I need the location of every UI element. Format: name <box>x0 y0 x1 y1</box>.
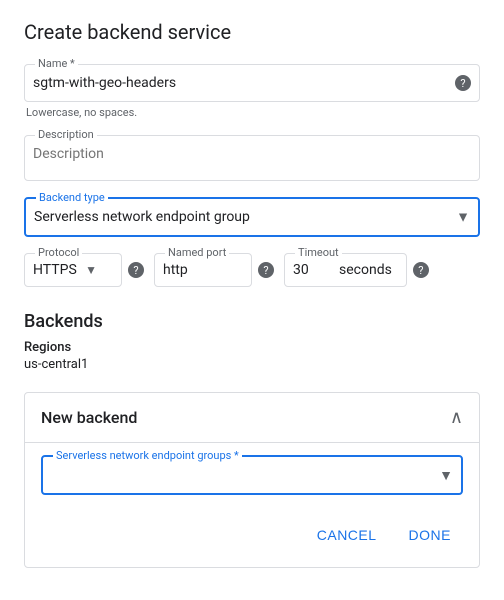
new-backend-card: New backend ∧ Serverless network endpoin… <box>24 392 480 568</box>
named-port-help-icon[interactable]: ? <box>258 262 274 278</box>
backends-title: Backends <box>24 311 480 332</box>
regions-label: Regions <box>24 340 480 355</box>
sneg-select[interactable] <box>51 457 453 493</box>
new-backend-body: Serverless network endpoint groups * ▼ C… <box>25 442 479 567</box>
timeout-label: Timeout <box>295 246 342 259</box>
timeout-wrapper: Timeout seconds <box>284 253 407 287</box>
sneg-select-wrapper: ▼ <box>51 457 453 493</box>
timeout-field: Timeout seconds ? <box>284 253 407 287</box>
description-label: Description <box>35 128 97 141</box>
sneg-container: Serverless network endpoint groups * ▼ <box>41 455 463 495</box>
named-port-field: Named port ? <box>154 253 252 287</box>
name-field-container: Name * ? Lowercase, no spaces. <box>24 64 480 119</box>
name-field-wrapper: Name * ? <box>24 64 480 102</box>
timeout-help-icon[interactable]: ? <box>413 262 429 278</box>
protocol-field: Protocol HTTPS HTTP HTTP2 ▼ ? <box>24 253 122 287</box>
chevron-up-icon: ∧ <box>450 407 463 428</box>
sneg-label: Serverless network endpoint groups * <box>53 449 242 462</box>
page-container: Create backend service Name * ? Lowercas… <box>0 0 504 592</box>
protocol-help-icon[interactable]: ? <box>128 262 144 278</box>
regions-value: us-central1 <box>24 357 480 372</box>
backend-type-select[interactable]: Serverless network endpoint group Instan… <box>34 199 470 235</box>
description-field-wrapper: Description <box>24 135 480 181</box>
name-input[interactable] <box>33 65 449 101</box>
name-label: Name * <box>35 57 78 70</box>
protocol-wrapper: Protocol HTTPS HTTP HTTP2 ▼ <box>24 253 122 287</box>
new-backend-header[interactable]: New backend ∧ <box>25 393 479 442</box>
backend-type-label: Backend type <box>36 191 108 204</box>
protocol-label: Protocol <box>35 246 82 259</box>
new-backend-title: New backend <box>41 408 137 427</box>
named-port-wrapper: Named port <box>154 253 252 287</box>
timeout-unit: seconds <box>339 262 392 278</box>
name-help-icon[interactable]: ? <box>455 75 471 91</box>
action-row: CANCEL DONE <box>41 511 463 551</box>
backend-type-container: Backend type Serverless network endpoint… <box>24 197 480 237</box>
description-field-container: Description <box>24 135 480 181</box>
page-title: Create backend service <box>24 20 480 44</box>
named-port-label: Named port <box>165 246 229 259</box>
cancel-button[interactable]: CANCEL <box>305 519 389 551</box>
description-input[interactable] <box>33 136 471 180</box>
name-hint: Lowercase, no spaces. <box>24 106 480 119</box>
inline-fields-row: Protocol HTTPS HTTP HTTP2 ▼ ? Named port… <box>24 253 480 287</box>
backends-section: Backends Regions us-central1 <box>24 311 480 372</box>
done-button[interactable]: DONE <box>397 519 463 551</box>
